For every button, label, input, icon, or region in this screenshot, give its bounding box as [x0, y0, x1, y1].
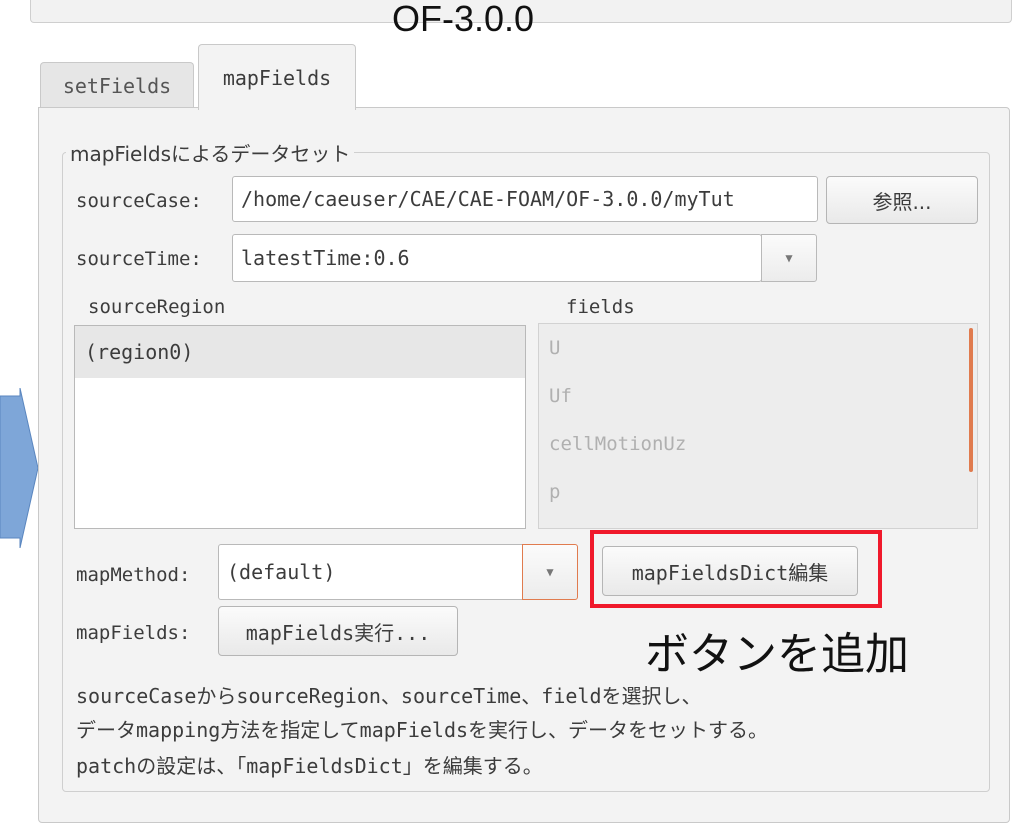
source-region-header: sourceRegion	[88, 296, 226, 318]
annotation-text: ボタンを追加	[645, 629, 909, 680]
source-time-label: sourceTime:	[76, 248, 202, 270]
description-line: データmapping方法を指定してmapFieldsを実行し、データをセットする…	[76, 718, 769, 742]
source-case-label: sourceCase:	[76, 190, 202, 212]
run-mapfields-button[interactable]: mapFields実行...	[218, 606, 458, 656]
scrollbar[interactable]	[969, 328, 973, 472]
right-arrow-icon	[0, 388, 39, 548]
map-method-label: mapMethod:	[76, 564, 191, 586]
list-item[interactable]: p	[539, 468, 977, 516]
source-case-input[interactable]: /home/caeuser/CAE/CAE-FOAM/OF-3.0.0/myTu…	[232, 176, 818, 222]
description-line: patchの設定は、「mapFieldsDict」を編集する。	[76, 754, 543, 778]
tab-mapfields[interactable]: mapFields	[198, 44, 356, 110]
list-item[interactable]: cellMotionUz	[539, 420, 977, 468]
map-fields-label: mapFields:	[76, 622, 191, 644]
highlight-box	[590, 530, 882, 608]
group-title: mapFieldsによるデータセット	[66, 138, 355, 167]
tab-setfields[interactable]: setFields	[40, 62, 194, 108]
list-item[interactable]: U	[539, 324, 977, 372]
chevron-down-icon[interactable]: ▼	[522, 544, 578, 600]
list-item[interactable]: (region0)	[75, 326, 525, 378]
fields-header: fields	[566, 296, 635, 318]
map-method-combo[interactable]: (default)	[218, 544, 526, 600]
triangle-down-icon[interactable]: ▼	[761, 234, 817, 282]
description-line: sourceCaseからsourceRegion、sourceTime、fiel…	[76, 684, 702, 708]
source-time-combo[interactable]: latestTime:0.6	[232, 234, 762, 282]
fields-list[interactable]: U Uf cellMotionUz p	[538, 323, 978, 529]
source-region-list[interactable]: (region0)	[74, 325, 526, 529]
browse-button[interactable]: 参照...	[826, 176, 978, 224]
list-item[interactable]: Uf	[539, 372, 977, 420]
version-title: OF-3.0.0	[392, 0, 535, 39]
